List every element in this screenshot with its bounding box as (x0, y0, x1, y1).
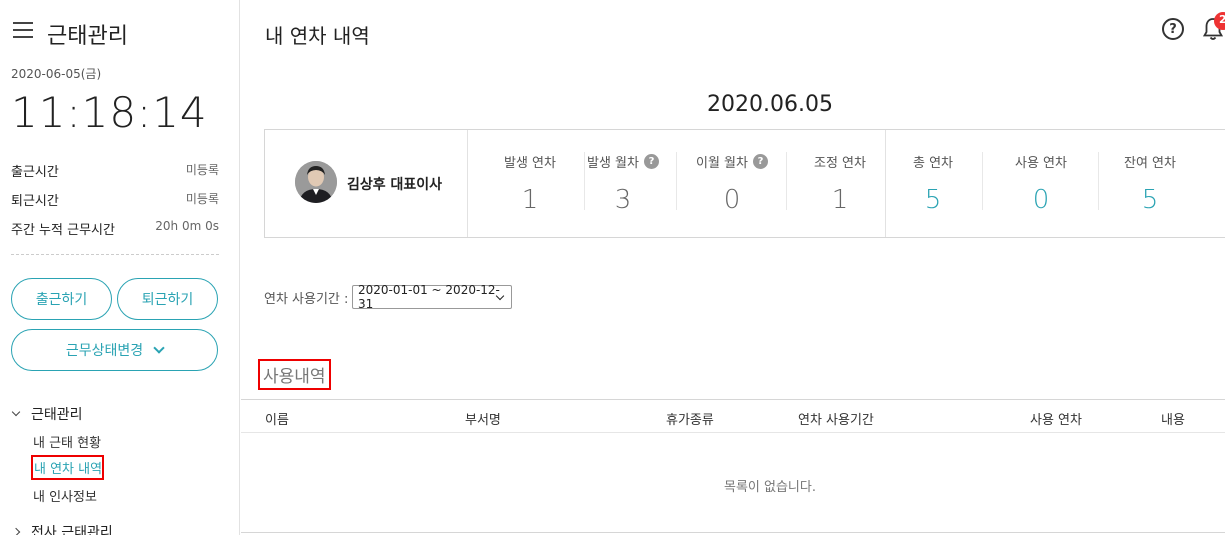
stat-used-annual: 사용 연차 0 (983, 130, 1099, 237)
app-title: 근태관리 (47, 24, 128, 49)
current-clock: 11:18:14 (11, 88, 208, 137)
help-icon[interactable]: ? (1162, 18, 1184, 40)
page-title: 내 연차 내역 (265, 24, 370, 48)
clock-out-button[interactable]: 퇴근하기 (117, 278, 218, 320)
nav-group-attendance[interactable]: 근태관리 (11, 404, 83, 424)
stat-value: 5 (1141, 185, 1159, 215)
clock-in-button[interactable]: 출근하기 (11, 278, 112, 320)
info-label: 주간 누적 근무시간 (11, 223, 115, 238)
profile-name: 김상후 대표이사 (347, 177, 443, 193)
profile-section: 김상후 대표이사 (265, 130, 468, 237)
chevron-down-icon (153, 342, 165, 354)
avatar (295, 161, 337, 203)
nav-item-my-attendance[interactable]: 내 근태 현황 (33, 432, 101, 451)
info-value: 미등록 (185, 192, 219, 206)
hamburger-menu-icon[interactable] (13, 22, 33, 40)
nav-group-label: 근태관리 (31, 407, 83, 423)
usage-table-header: 이름 부서명 휴가종류 연차 사용기간 사용 연차 내용 (241, 399, 1225, 433)
column-header: 내용 (1161, 413, 1185, 428)
stat-value: 0 (723, 185, 741, 215)
column-header: 부서명 (465, 413, 501, 428)
question-mark-icon[interactable]: ? (752, 154, 768, 169)
empty-list-message: 목록이 없습니다. (724, 480, 816, 495)
column-header: 연차 사용기간 (798, 413, 874, 428)
stat-remaining-annual: 잔여 연차 5 (1095, 130, 1205, 237)
period-select[interactable]: 2020-01-01 ~ 2020-12-31 (352, 283, 512, 311)
stat-label: 조정 연차 (814, 156, 866, 171)
stat-label: 총 연차 (912, 156, 953, 171)
column-header: 휴가종류 (666, 413, 714, 428)
info-value: 미등록 (185, 163, 219, 177)
info-row-clock-in: 출근시간 미등록 (11, 161, 219, 180)
summary-date: 2020.06.05 (707, 92, 833, 117)
stat-label: 잔여 연차 (1124, 156, 1176, 171)
nav-group-label: 전사 근태관리 (31, 525, 113, 535)
table-bottom-border (241, 532, 1225, 533)
stat-value: 0 (1032, 185, 1050, 215)
column-header: 사용 연차 (1030, 413, 1082, 428)
main-content: 내 연차 내역 ? 2 2020.06.05 김상후 대표이사 발생 연차 1 … (241, 0, 1225, 535)
work-status-change-button[interactable]: 근무상태변경 (11, 329, 218, 371)
divider (11, 254, 219, 255)
usage-section-title: 사용내역 (258, 359, 331, 390)
info-label: 출근시간 (11, 165, 59, 180)
question-mark-icon[interactable]: ? (643, 154, 659, 169)
nav-group-company-attendance[interactable]: 전사 근태관리 (11, 522, 113, 535)
current-date: 2020-06-05(금) (11, 67, 102, 81)
info-row-clock-out: 퇴근시간 미등록 (11, 190, 219, 209)
column-header: 이름 (265, 413, 289, 428)
stat-label: 발생 월차 (587, 156, 639, 171)
sidebar: 근태관리 2020-06-05(금) 11:18:14 출근시간 미등록 퇴근시… (0, 0, 240, 535)
leave-summary-card: 김상후 대표이사 발생 연차 1 발생 월차? 3 이월 월차? 0 조정 연차… (264, 129, 1225, 238)
info-label: 퇴근시간 (11, 194, 59, 209)
period-select-value: 2020-01-01 ~ 2020-12-31 (358, 283, 500, 311)
stat-generated-monthly: 발생 월차? 3 (569, 130, 677, 237)
stat-label: 이월 월차 (696, 156, 748, 171)
nav-item-my-annual-leave[interactable]: 내 연차 내역 (31, 455, 105, 480)
stat-value: 5 (924, 185, 942, 215)
period-label: 연차 사용기간 : (264, 292, 349, 307)
stat-carryover-monthly: 이월 월차? 0 (677, 130, 787, 237)
work-status-change-label: 근무상태변경 (65, 343, 144, 359)
info-row-weekly-hours: 주간 누적 근무시간 20h 0m 0s (11, 219, 219, 238)
chevron-down-icon (11, 407, 21, 417)
notification-badge: 2 (1214, 12, 1225, 30)
stat-total-annual: 총 연차 5 (883, 130, 983, 237)
app-root: 근태관리 2020-06-05(금) 11:18:14 출근시간 미등록 퇴근시… (0, 0, 1225, 535)
chevron-right-icon (11, 527, 21, 535)
stat-value: 3 (614, 185, 632, 215)
nav-item-my-hr-info[interactable]: 내 인사정보 (33, 486, 97, 505)
stat-value: 1 (831, 185, 849, 215)
stat-label: 사용 연차 (1015, 156, 1067, 171)
stat-adjusted-annual: 조정 연차 1 (785, 130, 895, 237)
info-value: 20h 0m 0s (155, 219, 219, 233)
stat-label: 발생 연차 (504, 156, 556, 171)
